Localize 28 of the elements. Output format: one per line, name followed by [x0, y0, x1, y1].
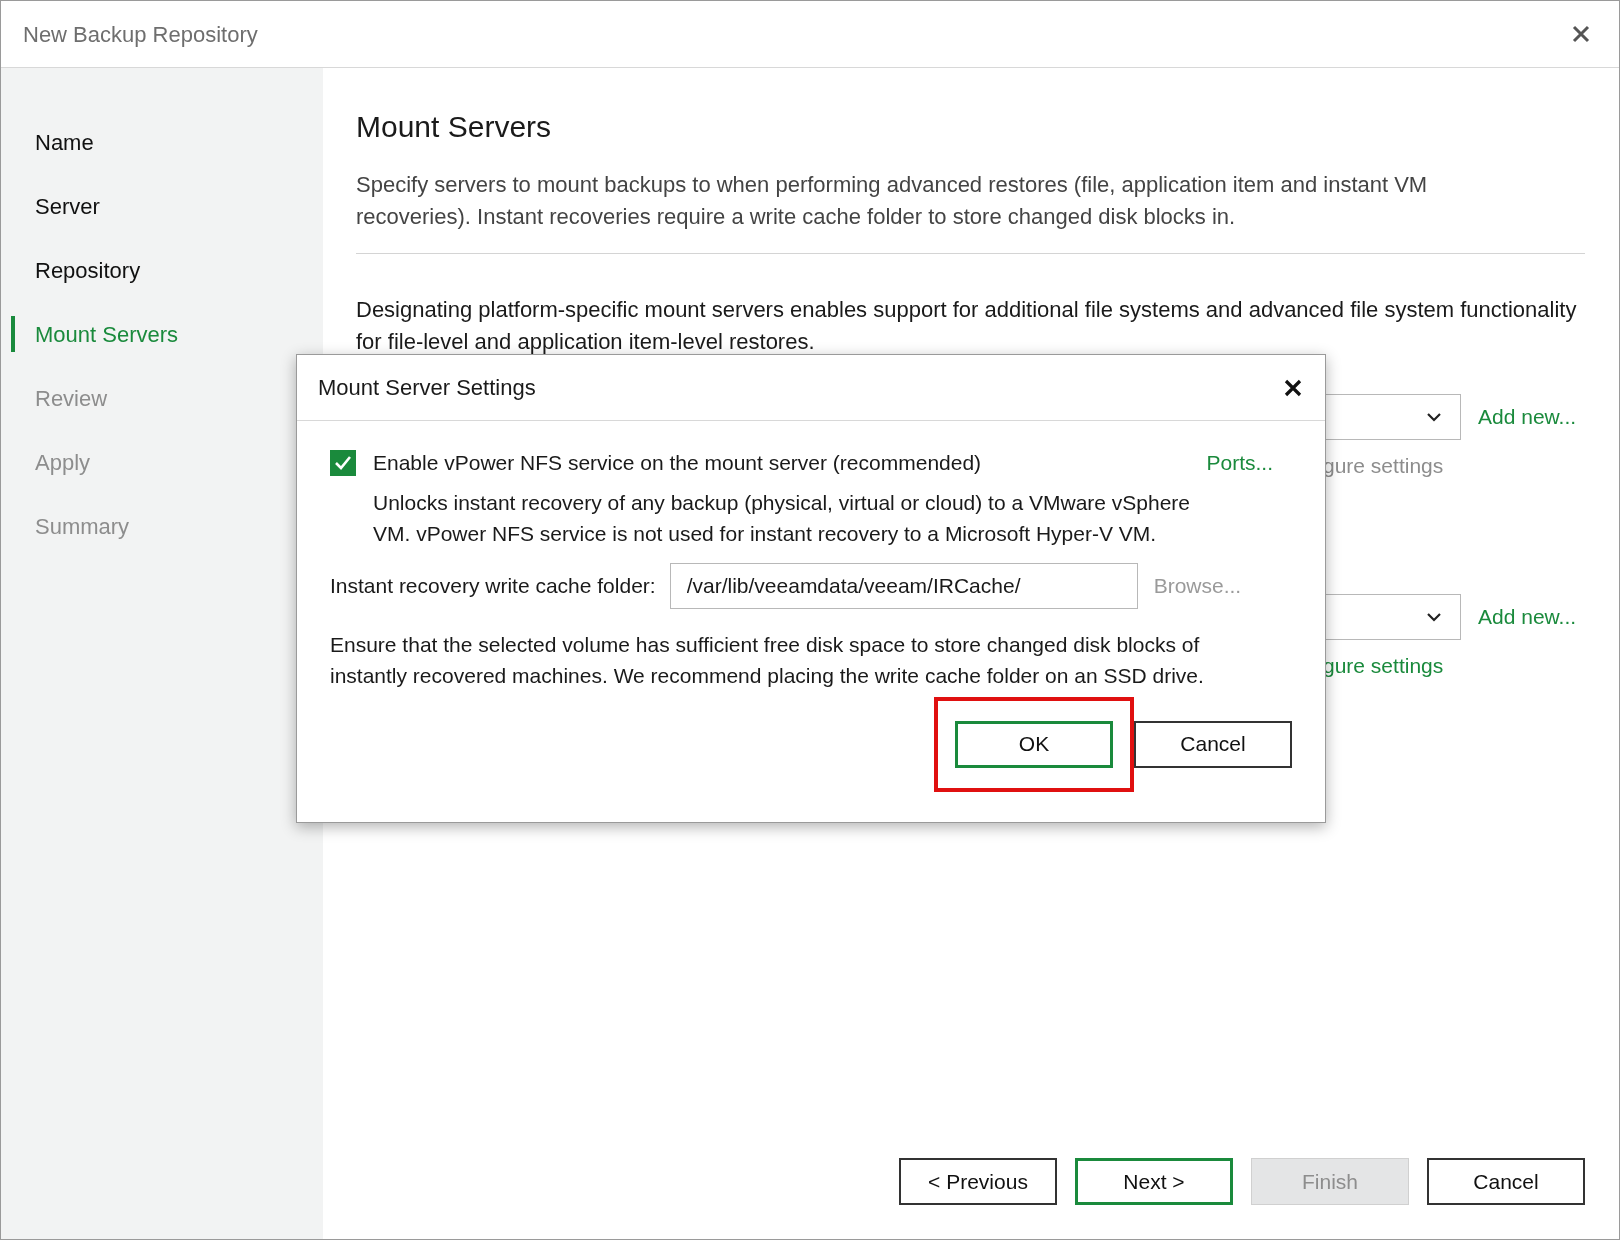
wizard-button[interactable]: < Previous	[899, 1158, 1057, 1205]
folder-field[interactable]: /var/lib/veeamdata/veeam/IRCache/	[669, 562, 1138, 609]
checkmark-icon	[334, 454, 352, 471]
ok-button[interactable]: OK	[955, 720, 1113, 768]
close-icon[interactable]	[1283, 377, 1303, 398]
cancel-button[interactable]: Cancel	[1134, 720, 1292, 768]
chevron-down-icon	[1426, 412, 1442, 422]
window-title: New Backup Repository	[23, 20, 258, 49]
folder-label: Instant recovery write cache folder:	[330, 572, 656, 599]
wizard-step[interactable]: Server	[35, 189, 100, 223]
ports-link[interactable]: Ports...	[1206, 447, 1273, 479]
wizard-button[interactable]: Cancel	[1427, 1158, 1585, 1205]
option-description: Unlocks instant recovery of any backup (physical, virtual or cloud) to a VMware vSphere VM. vPower NFS service is not used for instant recovery to a Microsoft Hyper-V VM.	[373, 489, 1192, 547]
wizard-step[interactable]: Repository	[35, 253, 141, 287]
dialog-title: Mount Server Settings	[318, 374, 536, 402]
page-note: Designating platform-specific mount servers enables support for additional file systems and advanced file system functionality for file-level and application item-level restores.	[356, 296, 1578, 356]
dialog-note: Ensure that the selected volume has sufficient free disk space to store changed disk blocks of instantly recovered machines. We recommend placing the write cache folder on an SSD drive.	[330, 631, 1205, 689]
page-heading: Mount Servers	[356, 109, 553, 145]
chevron-down-icon	[1426, 611, 1442, 622]
wizard-step[interactable]: Name	[35, 125, 94, 159]
wizard-step[interactable]: Mount Servers	[35, 317, 179, 351]
checkbox-label: Enable vPower NFS service on the mount server (recommended)	[373, 450, 982, 476]
checkbox[interactable]	[330, 449, 356, 476]
page-description: Specify servers to mount backups to when performing advanced restores (file, application item and instant VM recoveries). Instant recoveries require a write cache folder to store changed disk blocks in.	[356, 171, 1429, 231]
add-new-link[interactable]: Add new...	[1478, 401, 1577, 433]
close-icon[interactable]	[1571, 24, 1591, 44]
add-new-link[interactable]: Add new...	[1478, 600, 1577, 633]
wizard-button[interactable]: Next >	[1075, 1158, 1233, 1205]
